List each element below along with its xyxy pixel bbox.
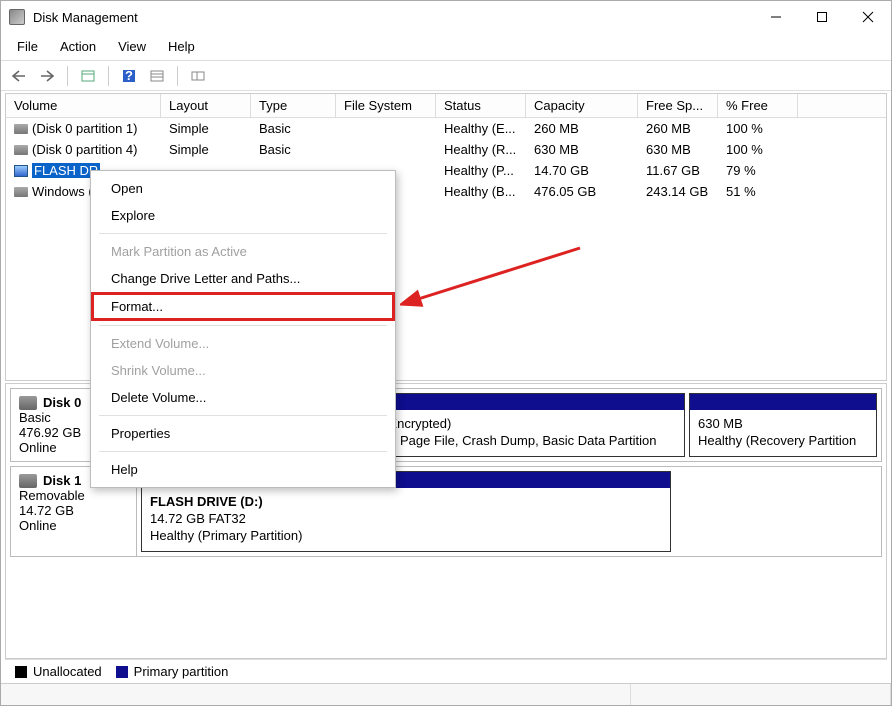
cell <box>336 127 436 131</box>
menu-item-help[interactable]: Help <box>91 456 395 483</box>
cell: Basic <box>251 140 336 159</box>
svg-text:?: ? <box>125 68 133 83</box>
legend: Unallocated Primary partition <box>5 659 887 683</box>
help-icon[interactable]: ? <box>117 64 141 88</box>
column-headers[interactable]: VolumeLayoutTypeFile SystemStatusCapacit… <box>6 94 886 118</box>
cell: 476.05 GB <box>526 182 638 201</box>
cell: 100 % <box>718 119 798 138</box>
menu-help[interactable]: Help <box>158 35 205 58</box>
menu-item-shrink-volume: Shrink Volume... <box>91 357 395 384</box>
menu-item-explore[interactable]: Explore <box>91 202 395 229</box>
table-row[interactable]: (Disk 0 partition 4)SimpleBasic Healthy (… <box>6 139 886 160</box>
back-button[interactable] <box>7 64 31 88</box>
menu-item-extend-volume: Extend Volume... <box>91 330 395 357</box>
cell: 79 % <box>718 161 798 180</box>
cell: Healthy (P... <box>436 161 526 180</box>
app-icon <box>9 9 25 25</box>
menu-view[interactable]: View <box>108 35 156 58</box>
menu-action[interactable]: Action <box>50 35 106 58</box>
disk-icon <box>14 187 28 197</box>
properties-icon[interactable] <box>76 64 100 88</box>
menu-item-open[interactable]: Open <box>91 175 395 202</box>
cell <box>336 148 436 152</box>
menu-separator <box>99 325 387 326</box>
column-header[interactable]: Free Sp... <box>638 94 718 117</box>
cell: 630 MB <box>638 140 718 159</box>
titlebar: Disk Management <box>1 1 891 33</box>
window-title: Disk Management <box>33 10 753 25</box>
volume-icon <box>14 165 28 177</box>
disk-icon <box>14 145 28 155</box>
forward-button[interactable] <box>35 64 59 88</box>
disk-icon <box>14 124 28 134</box>
disk-icon <box>19 474 37 488</box>
column-header[interactable]: Capacity <box>526 94 638 117</box>
cell: Basic <box>251 119 336 138</box>
primary-label: Primary partition <box>134 664 229 679</box>
column-header[interactable]: File System <box>336 94 436 117</box>
cell: Simple <box>161 140 251 159</box>
unallocated-swatch <box>15 666 27 678</box>
column-header[interactable]: Layout <box>161 94 251 117</box>
partition[interactable]: 630 MBHealthy (Recovery Partition <box>689 393 877 457</box>
close-button[interactable] <box>845 1 891 33</box>
statusbar <box>1 683 891 705</box>
menu-item-delete-volume[interactable]: Delete Volume... <box>91 384 395 411</box>
detail-view-icon[interactable] <box>186 64 210 88</box>
cell: (Disk 0 partition 1) <box>6 119 161 138</box>
cell: 260 MB <box>638 119 718 138</box>
column-header[interactable]: Status <box>436 94 526 117</box>
column-header[interactable]: Type <box>251 94 336 117</box>
cell: (Disk 0 partition 4) <box>6 140 161 159</box>
column-header[interactable]: Volume <box>6 94 161 117</box>
menu-item-change-drive-letter-and-paths[interactable]: Change Drive Letter and Paths... <box>91 265 395 292</box>
cell: 260 MB <box>526 119 638 138</box>
menu-item-format[interactable]: Format... <box>91 292 395 321</box>
unallocated-label: Unallocated <box>33 664 102 679</box>
menu-separator <box>99 451 387 452</box>
cell: 100 % <box>718 140 798 159</box>
volume-context-menu: OpenExplore Mark Partition as ActiveChang… <box>90 170 396 488</box>
cell: Healthy (E... <box>436 119 526 138</box>
cell: Simple <box>161 119 251 138</box>
menu-item-properties[interactable]: Properties <box>91 420 395 447</box>
cell: 51 % <box>718 182 798 201</box>
cell: Healthy (R... <box>436 140 526 159</box>
menu-item-mark-partition-as-active: Mark Partition as Active <box>91 238 395 265</box>
menu-file[interactable]: File <box>7 35 48 58</box>
cell: 243.14 GB <box>638 182 718 201</box>
cell: 14.70 GB <box>526 161 638 180</box>
menu-separator <box>99 233 387 234</box>
menubar: FileActionViewHelp <box>1 33 891 61</box>
list-view-icon[interactable] <box>145 64 169 88</box>
disk-icon <box>19 396 37 410</box>
partition-bar <box>690 394 876 410</box>
menu-separator <box>99 415 387 416</box>
table-row[interactable]: (Disk 0 partition 1)SimpleBasic Healthy (… <box>6 118 886 139</box>
primary-swatch <box>116 666 128 678</box>
cell: 11.67 GB <box>638 161 718 180</box>
cell: Healthy (B... <box>436 182 526 201</box>
cell: 630 MB <box>526 140 638 159</box>
toolbar: ? <box>1 61 891 91</box>
column-header[interactable]: % Free <box>718 94 798 117</box>
minimize-button[interactable] <box>753 1 799 33</box>
maximize-button[interactable] <box>799 1 845 33</box>
